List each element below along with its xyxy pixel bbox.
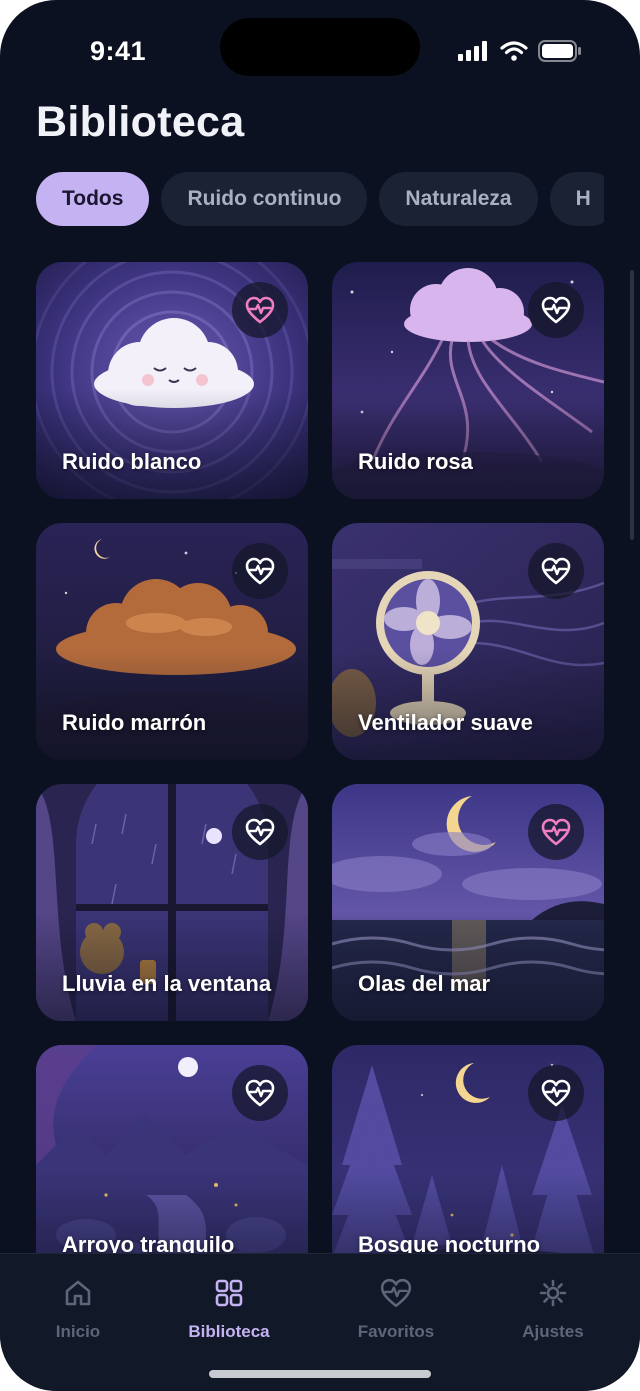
filter-chip-naturaleza[interactable]: Naturaleza: [379, 172, 538, 226]
status-icons: [458, 40, 582, 62]
favorite-button[interactable]: [232, 804, 288, 860]
grid-icon: [215, 1279, 243, 1307]
sound-card-olas-del-mar[interactable]: Olas del mar: [332, 784, 604, 1021]
sound-card-ruido-rosa[interactable]: Ruido rosa: [332, 262, 604, 499]
tab-label: Biblioteca: [188, 1322, 270, 1341]
sound-card-bosque-nocturno[interactable]: Bosque nocturno: [332, 1045, 604, 1282]
sound-grid: Ruido blanco Ruido rosa Ruido marrón Ven…: [36, 262, 604, 1282]
sound-card-ruido-blanco[interactable]: Ruido blanco: [36, 262, 308, 499]
sound-card-label: Lluvia en la ventana: [62, 971, 272, 996]
dynamic-island: [220, 18, 420, 76]
tab-ajustes[interactable]: Ajustes: [478, 1278, 628, 1342]
sound-card-label: Ventilador suave: [358, 710, 533, 735]
phone-screen: 9:41 Biblioteca Todos Ruido continuo Nat…: [0, 0, 640, 1391]
home-icon: [65, 1280, 91, 1306]
card-shade: [332, 650, 604, 760]
scrollbar[interactable]: [630, 270, 634, 540]
heart-pulse-icon: [245, 557, 275, 585]
status-time: 9:41: [90, 36, 147, 66]
card-shade: [36, 911, 308, 1021]
sound-card-label: Olas del mar: [358, 971, 491, 996]
heart-pulse-icon: [245, 1079, 275, 1107]
settings-icon: [539, 1279, 567, 1307]
heart-pulse-icon: [541, 1079, 571, 1107]
heart-pulse-icon: [541, 818, 571, 846]
filter-chip-more[interactable]: H: [549, 172, 604, 226]
home-indicator: [209, 1370, 431, 1378]
card-shade: [332, 911, 604, 1021]
card-shade: [332, 389, 604, 499]
sound-card-ventilador-suave[interactable]: Ventilador suave: [332, 523, 604, 760]
heart-pulse-icon: [245, 296, 275, 324]
filter-chip-todos[interactable]: Todos: [36, 172, 150, 226]
favorite-button[interactable]: [232, 1065, 288, 1121]
card-shade: [36, 389, 308, 499]
favorite-button[interactable]: [528, 804, 584, 860]
tab-label: Ajustes: [522, 1322, 584, 1341]
sound-card-label: Ruido rosa: [358, 449, 473, 474]
wifi-icon: [500, 41, 528, 61]
heart-pulse-icon: [380, 1278, 412, 1308]
filter-chip-ruido-continuo[interactable]: Ruido continuo: [161, 172, 368, 226]
filter-chips: Todos Ruido continuo Naturaleza H: [36, 172, 604, 228]
tab-label: Inicio: [55, 1322, 101, 1341]
sound-card-label: Ruido blanco: [62, 449, 202, 474]
page-title: Biblioteca: [36, 98, 245, 146]
tab-inicio[interactable]: Inicio: [3, 1278, 153, 1342]
status-bar: 9:41: [0, 0, 640, 100]
favorite-button[interactable]: [528, 282, 584, 338]
favorite-button[interactable]: [528, 1065, 584, 1121]
heart-pulse-icon: [245, 818, 275, 846]
tab-favoritos[interactable]: Favoritos: [321, 1278, 471, 1342]
tab-biblioteca[interactable]: Biblioteca: [154, 1278, 304, 1342]
favorite-button[interactable]: [232, 282, 288, 338]
heart-pulse-icon: [541, 557, 571, 585]
favorite-button[interactable]: [528, 543, 584, 599]
sound-card-ruido-marron[interactable]: Ruido marrón: [36, 523, 308, 760]
sound-card-label: Ruido marrón: [62, 710, 207, 735]
cellular-signal-icon: [458, 41, 487, 61]
battery-icon: [538, 40, 581, 62]
tab-label: Favoritos: [357, 1322, 435, 1341]
card-shade: [36, 650, 308, 760]
heart-pulse-icon: [541, 296, 571, 324]
sound-card-arroyo-tranquilo[interactable]: Arroyo tranquilo: [36, 1045, 308, 1282]
sound-card-lluvia-en-la-ventana[interactable]: Lluvia en la ventana: [36, 784, 308, 1021]
favorite-button[interactable]: [232, 543, 288, 599]
